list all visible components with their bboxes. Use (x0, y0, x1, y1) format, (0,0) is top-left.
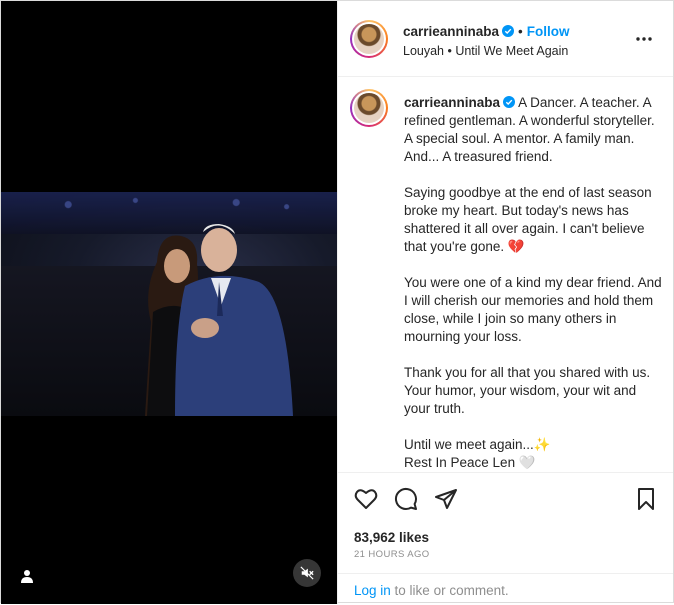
verified-badge-icon (502, 25, 515, 37)
comment-icon[interactable] (394, 487, 418, 511)
caption-paragraph-2: Saying goodbye at the end of last season… (404, 185, 652, 254)
header-username[interactable]: carrieanninaba (403, 24, 499, 39)
avatar[interactable] (350, 20, 388, 58)
login-link[interactable]: Log in (354, 583, 391, 598)
action-bar (338, 472, 673, 523)
login-suffix: to like or comment. (390, 583, 509, 598)
muted-speaker-icon (300, 566, 314, 580)
mute-button[interactable] (293, 559, 321, 587)
like-count[interactable]: 83,962 likes (354, 530, 429, 545)
paper-plane-icon[interactable] (434, 487, 458, 511)
follow-button[interactable]: Follow (527, 24, 570, 39)
caption-avatar[interactable] (350, 89, 388, 127)
post-photo (1, 192, 337, 416)
verified-badge-icon (503, 96, 516, 108)
comment-bar: Log in to like or comment. (338, 573, 673, 605)
post-media[interactable] (1, 1, 337, 604)
post-header: carrieanninaba • Follow Louyah • Until We … (338, 1, 673, 77)
heart-icon[interactable] (354, 487, 378, 511)
caption-paragraph-5: Until we meet again...✨ (404, 437, 551, 452)
more-horizontal-icon[interactable] (634, 29, 654, 49)
caption-area: carrieanninaba A Dancer. A teacher. A re… (338, 77, 673, 472)
caption-paragraph-3: You were one of a kind my dear friend. A… (404, 275, 662, 344)
separator-dot: • (518, 24, 523, 39)
caption-username[interactable]: carrieanninaba (404, 95, 500, 110)
person-tag-icon[interactable] (19, 568, 35, 584)
bookmark-icon[interactable] (634, 487, 658, 511)
post-dialog: carrieanninaba • Follow Louyah • Until We … (0, 0, 674, 604)
man-figure (175, 224, 293, 416)
post-sidebar: carrieanninaba • Follow Louyah • Until We … (337, 1, 673, 604)
caption-text: carrieanninaba A Dancer. A teacher. A re… (404, 94, 662, 472)
caption-paragraph-6: Rest In Peace Len 🤍 (404, 455, 536, 470)
audio-track[interactable]: Louyah • Until We Meet Again (403, 44, 568, 58)
caption-paragraph: carrieanninaba A Dancer. A teacher. A re… (404, 94, 662, 166)
post-timestamp[interactable]: 21 HOURS AGO (354, 549, 430, 560)
header-user-line: carrieanninaba • Follow (403, 24, 570, 39)
login-prompt: Log in to like or comment. (354, 583, 509, 598)
caption-paragraph-4: Thank you for all that you shared with u… (404, 365, 651, 416)
